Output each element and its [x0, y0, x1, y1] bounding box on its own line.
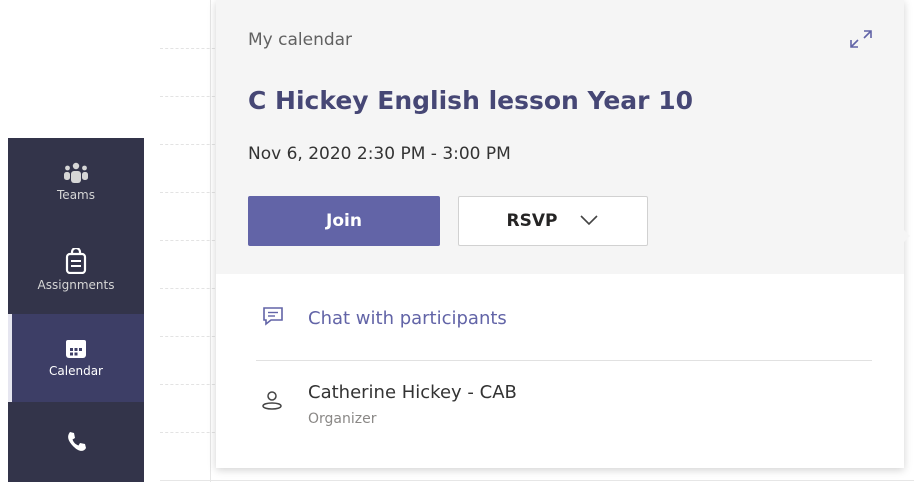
rail-label: Assignments [37, 278, 115, 292]
teams-icon [63, 162, 89, 184]
grid-line [160, 336, 220, 337]
grid-column-line [210, 0, 211, 482]
calendar-icon [64, 338, 88, 360]
chat-icon [262, 306, 284, 330]
grid-bottom-line [160, 480, 914, 481]
organizer-role: Organizer [308, 411, 377, 427]
rsvp-dropdown[interactable]: RSVP [458, 196, 648, 246]
rsvp-label: RSVP [506, 211, 558, 231]
rail-item-calendar[interactable]: Calendar [8, 314, 144, 402]
chat-with-participants-link[interactable]: Chat with participants [262, 306, 507, 330]
rail-label: Teams [57, 188, 95, 202]
phone-icon [65, 431, 87, 453]
chat-label: Chat with participants [308, 307, 507, 329]
grid-line [160, 432, 220, 433]
rail-label: Calendar [49, 364, 103, 378]
rail-item-calls[interactable] [8, 402, 144, 482]
grid-line [160, 240, 220, 241]
chevron-down-icon [579, 211, 599, 231]
event-title: C Hickey English lesson Year 10 [248, 86, 693, 115]
organizer-row: Catherine Hickey - CAB Organizer [260, 382, 517, 427]
grid-line [160, 48, 220, 49]
rail-item-assignments[interactable]: Assignments [8, 226, 144, 314]
join-button[interactable]: Join [248, 196, 440, 246]
grid-line [160, 288, 220, 289]
grid-line [160, 384, 220, 385]
divider [256, 360, 872, 361]
person-icon [260, 388, 284, 418]
assignments-icon [64, 248, 88, 274]
event-details-popup: My calendar C Hickey English lesson Year… [216, 0, 904, 468]
grid-line [160, 96, 220, 97]
calendar-name: My calendar [248, 30, 353, 50]
popup-pointer [900, 226, 910, 246]
organizer-name: Catherine Hickey - CAB [308, 382, 517, 403]
expand-icon[interactable] [848, 28, 874, 54]
grid-line [160, 192, 220, 193]
event-time: Nov 6, 2020 2:30 PM - 3:00 PM [248, 144, 511, 164]
rail-item-teams[interactable]: Teams [8, 138, 144, 226]
app-rail: Teams Assignments Calendar [8, 138, 144, 482]
grid-line [160, 144, 220, 145]
